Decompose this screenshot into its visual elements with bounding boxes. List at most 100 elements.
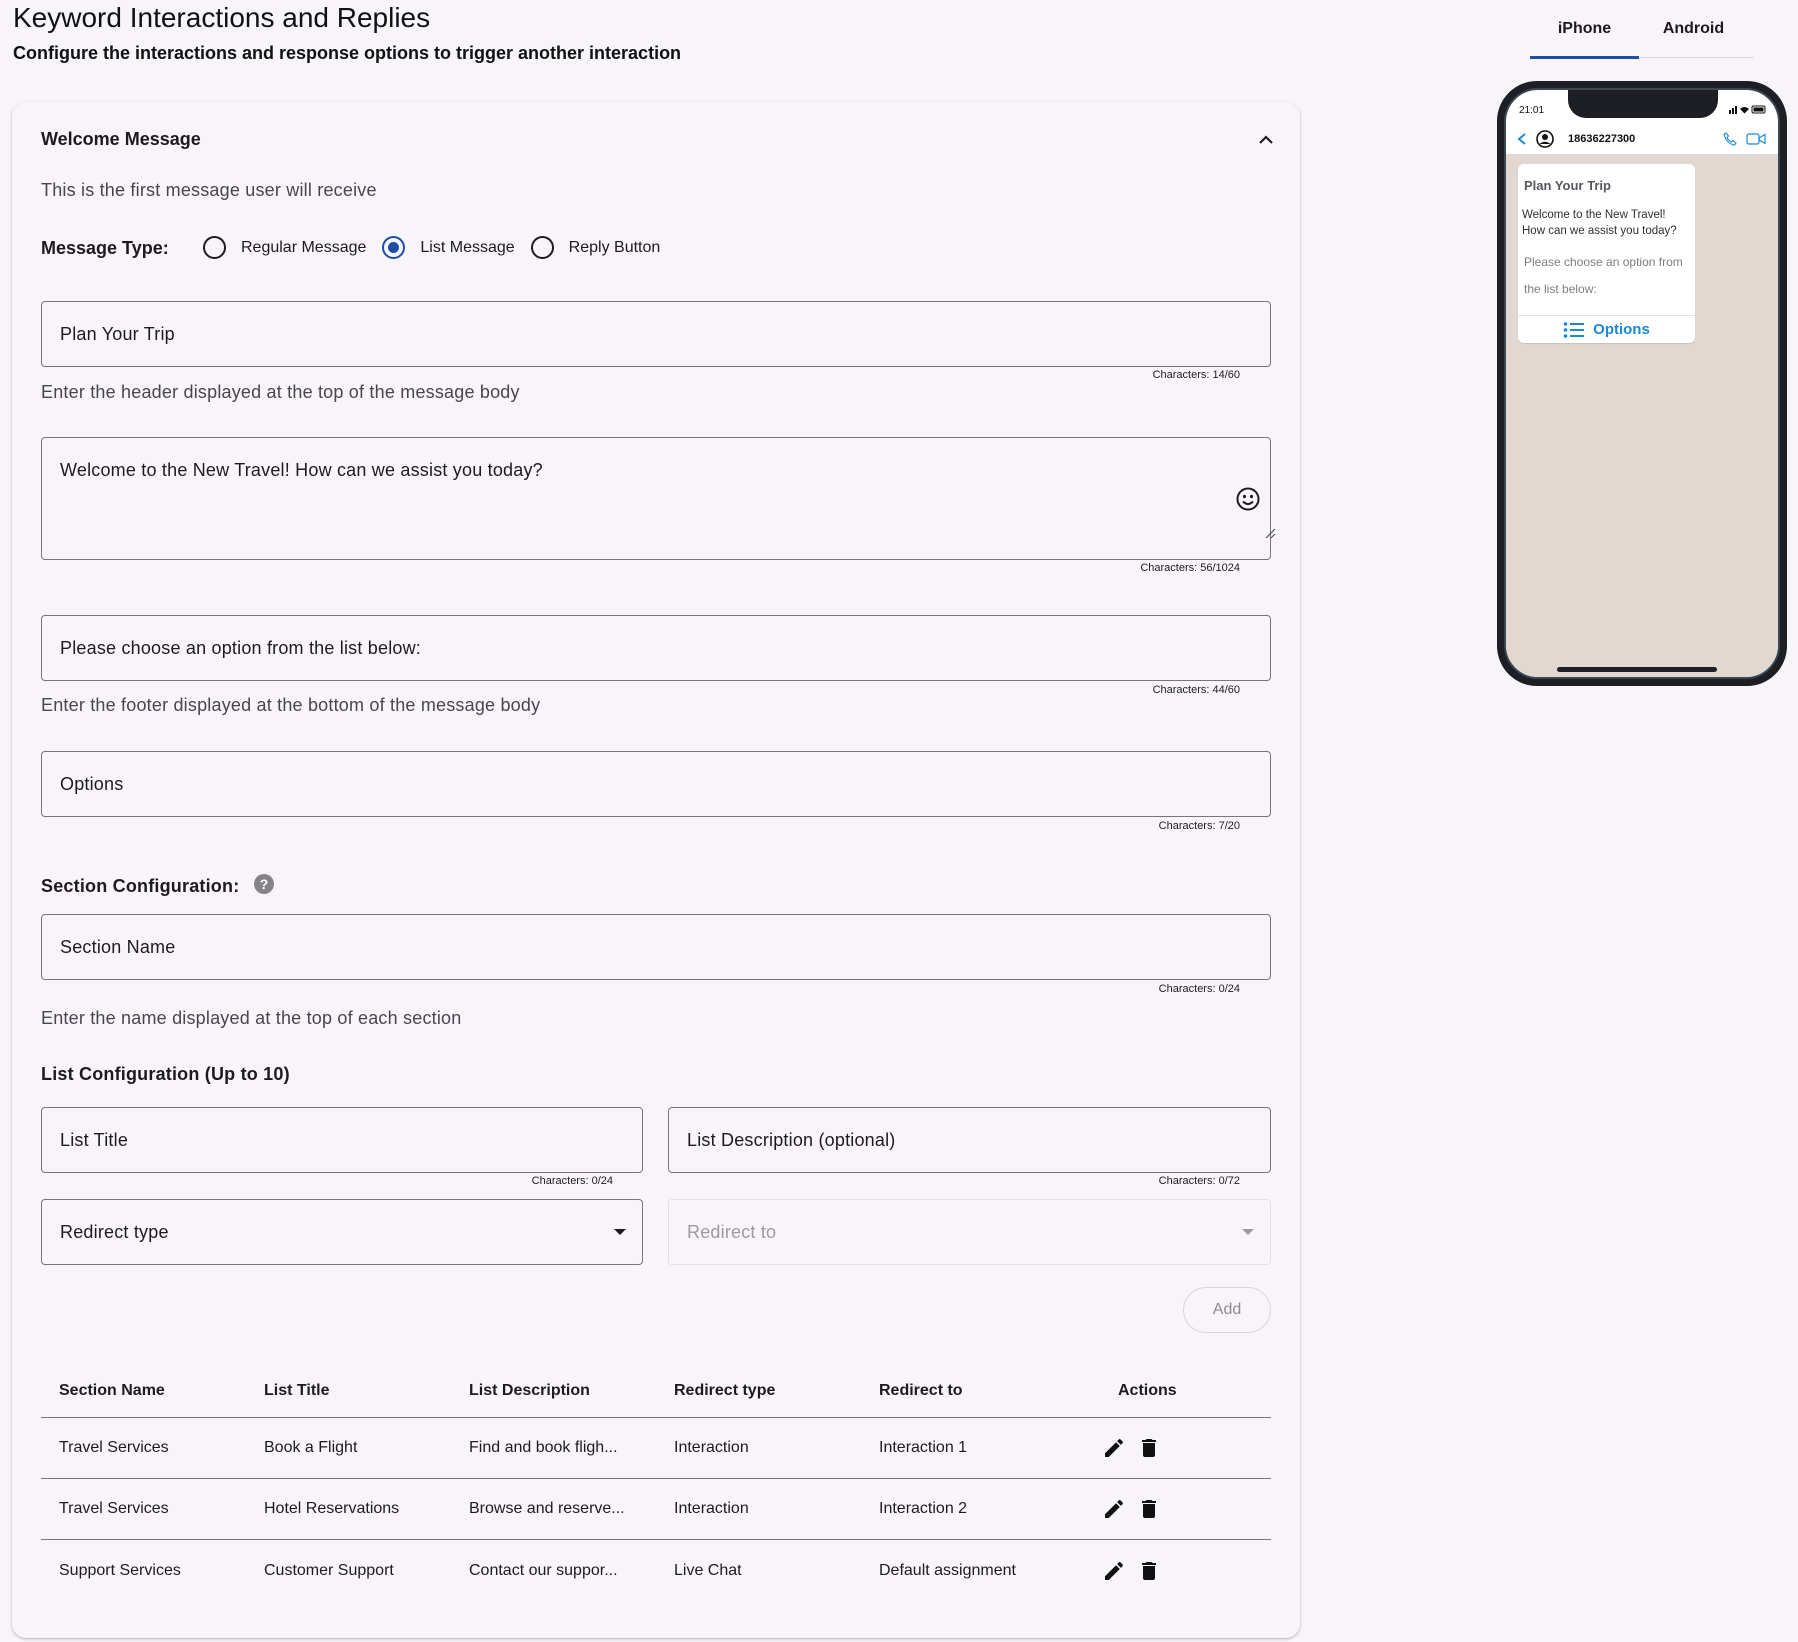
question-mark-icon[interactable]: ? xyxy=(254,874,274,894)
redirect-to-select[interactable]: Redirect to xyxy=(668,1199,1271,1265)
signal-wifi-battery-icon xyxy=(1729,105,1767,116)
radio-checked-icon[interactable] xyxy=(382,236,406,259)
phone-notch xyxy=(1568,90,1718,118)
column-header: List Description xyxy=(469,1382,590,1399)
smiley-face-icon[interactable] xyxy=(1235,486,1261,512)
chevron-up-icon[interactable] xyxy=(1256,130,1276,150)
table-row: Support Services Customer Support Contac… xyxy=(41,1540,1271,1601)
bubble-button-label: Options xyxy=(1593,321,1650,338)
button-text-counter: Characters: 7/20 xyxy=(1158,820,1240,832)
avatar-icon xyxy=(1536,130,1554,148)
tab-iphone[interactable]: iPhone xyxy=(1530,0,1639,59)
table-cell: Contact our suppor... xyxy=(469,1561,618,1579)
card-title: Welcome Message xyxy=(41,129,201,149)
table-cell: Hotel Reservations xyxy=(264,1500,400,1517)
table-header-row: Section Name List Title List Description… xyxy=(41,1365,1271,1418)
redirect-to-value: Redirect to xyxy=(687,1221,777,1242)
section-configuration-label: Section Configuration: xyxy=(41,876,240,896)
bubble-header: Plan Your Trip xyxy=(1524,178,1611,193)
table-cell: Customer Support xyxy=(264,1561,394,1579)
radio-unchecked-icon[interactable] xyxy=(530,236,554,259)
phone-screen: 21:01 18636227300 Plan Your Trip Welcome… xyxy=(1504,88,1780,679)
table-cell: Interaction xyxy=(674,1500,749,1517)
page-title: Keyword Interactions and Replies xyxy=(13,2,431,33)
section-name-helper-text: Enter the name displayed at the top of e… xyxy=(41,1008,462,1028)
table-cell: Interaction 2 xyxy=(879,1500,968,1517)
home-indicator xyxy=(1557,667,1717,672)
table-cell: Default assignment xyxy=(879,1561,1016,1579)
bubble-footer: Please choose an option from the list be… xyxy=(1524,255,1683,296)
column-header: Section Name xyxy=(59,1382,165,1399)
trash-icon[interactable] xyxy=(1137,1436,1161,1460)
status-time: 21:01 xyxy=(1519,105,1545,116)
list-icon xyxy=(1563,321,1585,338)
row-actions xyxy=(1066,1497,1271,1521)
back-arrow-icon[interactable] xyxy=(1516,132,1528,146)
section-name-counter: Characters: 0/24 xyxy=(1158,983,1240,995)
contact-phone-number: 18636227300 xyxy=(1568,133,1636,145)
list-items-table: Section Name List Title List Description… xyxy=(41,1365,1271,1601)
body-textarea[interactable]: Welcome to the New Travel! How can we as… xyxy=(41,437,1271,560)
header-counter: Characters: 14/60 xyxy=(1152,369,1240,381)
bubble-body: Welcome to the New Travel! How can we as… xyxy=(1522,209,1677,237)
radio-unchecked-icon[interactable] xyxy=(203,236,226,259)
section-name-input[interactable]: Section Name xyxy=(41,914,1271,980)
phone-call-icon[interactable] xyxy=(1722,131,1738,147)
header-helper-text: Enter the header displayed at the top of… xyxy=(41,382,520,402)
button-text-input[interactable]: Options xyxy=(41,751,1271,817)
pencil-icon[interactable] xyxy=(1102,1436,1126,1460)
column-header: Redirect type xyxy=(674,1382,776,1399)
list-title-input[interactable]: List Title xyxy=(41,1107,643,1173)
preview-tabs: iPhone Android xyxy=(1530,0,1754,59)
trash-icon[interactable] xyxy=(1137,1559,1161,1583)
pencil-icon[interactable] xyxy=(1102,1559,1126,1583)
chat-header: 18636227300 xyxy=(1506,124,1778,154)
table-cell: Book a Flight xyxy=(264,1439,358,1456)
bubble-options-button[interactable]: Options xyxy=(1518,315,1695,343)
list-description-counter: Characters: 0/72 xyxy=(1158,1175,1240,1187)
header-input[interactable]: Plan Your Trip xyxy=(41,301,1271,367)
radio-regular-message[interactable]: Regular Message xyxy=(203,236,372,259)
add-button[interactable]: Add xyxy=(1183,1287,1271,1333)
resize-handle-icon[interactable] xyxy=(1264,527,1276,539)
message-type-radio-group: Regular Message List Message Reply Butto… xyxy=(203,236,676,259)
body-counter: Characters: 56/1024 xyxy=(1140,562,1240,574)
table-cell: Travel Services xyxy=(59,1439,169,1456)
dropdown-arrow-icon[interactable] xyxy=(1242,1229,1254,1235)
row-actions xyxy=(1066,1559,1271,1583)
table-cell: Interaction 1 xyxy=(879,1439,968,1456)
message-type-label: Message Type: xyxy=(41,238,169,258)
list-description-input[interactable]: List Description (optional) xyxy=(668,1107,1271,1173)
list-message-bubble: Plan Your Trip Welcome to the New Travel… xyxy=(1518,164,1695,343)
radio-label: Reply Button xyxy=(568,238,661,256)
footer-counter: Characters: 44/60 xyxy=(1152,684,1240,696)
page-subtitle: Configure the interactions and response … xyxy=(13,43,682,63)
list-configuration-label: List Configuration (Up to 10) xyxy=(41,1064,290,1084)
video-call-icon[interactable] xyxy=(1746,132,1766,146)
table-cell: Interaction xyxy=(674,1439,749,1456)
radio-list-message[interactable]: List Message xyxy=(382,236,520,259)
column-header: Redirect to xyxy=(879,1382,963,1399)
pencil-icon[interactable] xyxy=(1102,1497,1126,1521)
table-cell: Live Chat xyxy=(674,1561,742,1579)
table-row: Travel Services Hotel Reservations Brows… xyxy=(41,1479,1271,1540)
list-title-counter: Characters: 0/24 xyxy=(531,1175,613,1187)
radio-label: List Message xyxy=(420,238,515,256)
radio-reply-button[interactable]: Reply Button xyxy=(530,236,667,259)
table-cell: Find and book fligh... xyxy=(469,1439,618,1456)
redirect-type-value: Redirect type xyxy=(60,1221,169,1242)
column-header: Actions xyxy=(1118,1382,1177,1399)
table-cell: Browse and reserve... xyxy=(469,1500,625,1517)
row-actions xyxy=(1066,1436,1271,1460)
table-row: Travel Services Book a Flight Find and b… xyxy=(41,1418,1271,1479)
chat-area: Plan Your Trip Welcome to the New Travel… xyxy=(1506,154,1778,677)
card-description: This is the first message user will rece… xyxy=(41,180,377,200)
redirect-type-select[interactable]: Redirect type xyxy=(41,1199,643,1265)
column-header: List Title xyxy=(264,1382,330,1399)
trash-icon[interactable] xyxy=(1137,1497,1161,1521)
phone-preview: 21:01 18636227300 Plan Your Trip Welcome… xyxy=(1497,81,1787,686)
footer-input[interactable]: Please choose an option from the list be… xyxy=(41,615,1271,681)
tab-android[interactable]: Android xyxy=(1639,0,1748,58)
table-cell: Support Services xyxy=(59,1561,181,1579)
dropdown-arrow-icon[interactable] xyxy=(614,1229,626,1235)
